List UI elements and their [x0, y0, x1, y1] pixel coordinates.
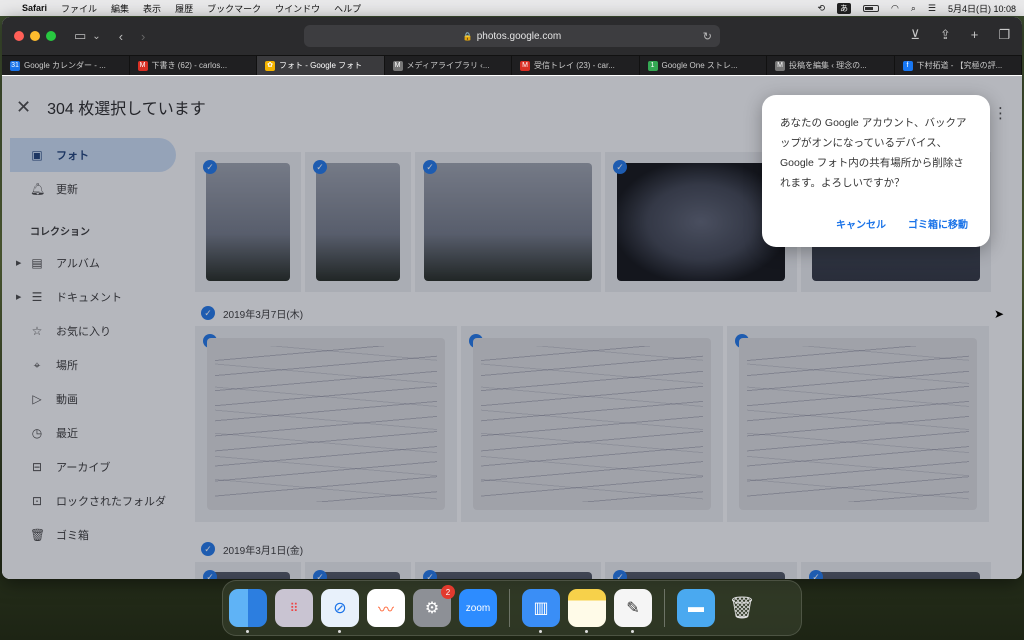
running-indicator — [585, 630, 588, 633]
running-indicator — [631, 630, 634, 633]
menu-history[interactable]: 履歴 — [175, 2, 193, 15]
reload-icon[interactable]: ↻ — [703, 30, 712, 43]
move-to-trash-button[interactable]: ゴミ箱に移動 — [908, 216, 968, 231]
spotlight-icon[interactable]: ⌕ — [911, 3, 916, 14]
menubar-clock[interactable]: 5月4日(日) 10:08 — [948, 2, 1016, 15]
time-machine-icon[interactable]: ⟲ — [817, 3, 825, 14]
macos-menubar: Safari ファイル 編集 表示 履歴 ブックマーク ウインドウ ヘルプ ⟲ … — [0, 0, 1024, 16]
tab-label: フォト - Google フォト — [279, 61, 363, 70]
minimize-window-button[interactable] — [30, 31, 40, 41]
tab-label: 下村拓道 - 【究極の評... — [916, 61, 1003, 70]
browser-tab[interactable]: 31 Google カレンダー - ... — [2, 56, 130, 75]
browser-tab[interactable]: M 下書き (62) - carlos... — [130, 56, 257, 75]
zoom-window-button[interactable] — [46, 31, 56, 41]
browser-tab[interactable]: ✿ フォト - Google フォト — [257, 56, 385, 75]
menu-edit[interactable]: 編集 — [111, 2, 129, 15]
browser-tab[interactable]: f 下村拓道 - 【究極の評... — [895, 56, 1022, 75]
trash-can-icon[interactable]: 🗑 — [723, 589, 761, 627]
url-text: photos.google.com — [476, 30, 562, 42]
tab-favicon-icon: f — [902, 60, 913, 71]
wifi-icon[interactable]: ◠ — [891, 3, 899, 14]
dock-separator — [509, 589, 510, 627]
menu-bookmarks[interactable]: ブックマーク — [207, 2, 261, 15]
cancel-button[interactable]: キャンセル — [836, 216, 886, 231]
tab-favicon-icon: M — [775, 60, 785, 71]
running-indicator — [246, 630, 249, 633]
share-icon[interactable]: ⇪ — [940, 27, 951, 43]
browser-tab[interactable]: M 投稿を編集 ‹ 理念の... — [767, 56, 895, 75]
menu-view[interactable]: 表示 — [143, 2, 161, 15]
notification-badge: 2 — [441, 585, 455, 599]
system-settings-icon[interactable]: ⚙ 2 — [413, 585, 455, 627]
battery-icon[interactable] — [862, 4, 879, 12]
window-controls — [14, 31, 56, 41]
lock-icon: 🔒 — [462, 31, 473, 41]
dialog-message: あなたの Google アカウント、バックアップがオンになっているデバイス、Go… — [780, 117, 967, 189]
tab-label: メディアライブラリ ‹... — [406, 61, 490, 70]
running-indicator — [539, 630, 542, 633]
safari-icon[interactable]: ⊘ — [321, 589, 359, 633]
download-icon[interactable]: ⊻ — [910, 27, 920, 43]
sidebar-toggle-icon[interactable]: ▭ — [74, 28, 86, 44]
dock: ⠿ ⊘ 〰 ⚙ 2 zoom ▥ ✎ ▬ 🗑 — [222, 580, 802, 636]
browser-tab[interactable]: M メディアライブラリ ‹... — [385, 56, 512, 75]
zoom-app-icon[interactable]: zoom — [459, 589, 497, 627]
tab-overview-icon[interactable]: ❐ — [998, 27, 1010, 43]
delete-confirm-dialog: あなたの Google アカウント、バックアップがオンになっているデバイス、Go… — [762, 95, 990, 247]
close-window-button[interactable] — [14, 31, 24, 41]
folder-icon[interactable]: ▬ — [677, 589, 715, 627]
browser-tab[interactable]: 1 Google One ストレ... — [640, 56, 767, 75]
launchpad-icon[interactable]: ⠿ — [275, 589, 313, 627]
tab-favicon-icon: M — [520, 60, 530, 71]
tab-favicon-icon: M — [392, 60, 403, 71]
control-center-icon[interactable]: ☰ — [928, 3, 936, 14]
zoom-app-label: zoom — [465, 602, 491, 614]
tab-label: Google One ストレ... — [661, 61, 738, 70]
keynote-icon[interactable]: ▥ — [522, 589, 560, 633]
menu-window[interactable]: ウインドウ — [275, 2, 320, 15]
tab-label: Google カレンダー - ... — [24, 61, 106, 70]
browser-toolbar: ▭ ⌄ ‹ › 🔒 photos.google.com ↻ ⊻ ⇪ + ❐ — [2, 17, 1022, 55]
new-tab-icon[interactable]: + — [971, 27, 979, 43]
menu-file[interactable]: ファイル — [61, 2, 97, 15]
finder-icon[interactable] — [229, 589, 267, 633]
notes-icon[interactable] — [568, 589, 606, 633]
textedit-icon[interactable]: ✎ — [614, 589, 652, 633]
tab-label: 受信トレイ (23) - car... — [534, 61, 615, 70]
tab-favicon-icon: M — [137, 60, 148, 71]
menu-app-name[interactable]: Safari — [22, 3, 47, 13]
input-method-indicator[interactable]: あ — [836, 2, 851, 14]
tab-label: 下書き (62) - carlos... — [151, 61, 228, 70]
tab-bar: 31 Google カレンダー - ... M 下書き (62) - carlos..… — [2, 55, 1022, 75]
dock-separator — [664, 589, 665, 627]
address-bar[interactable]: 🔒 photos.google.com ↻ — [304, 25, 720, 47]
browser-tab[interactable]: M 受信トレイ (23) - car... — [512, 56, 640, 75]
freeform-icon[interactable]: 〰 — [367, 589, 405, 627]
menu-help[interactable]: ヘルプ — [334, 2, 361, 15]
tab-label: 投稿を編集 ‹ 理念の... — [789, 61, 867, 70]
chevron-down-icon[interactable]: ⌄ — [92, 31, 100, 42]
tab-favicon-icon: 1 — [647, 60, 658, 71]
tab-favicon-icon: ✿ — [265, 60, 275, 71]
mouse-cursor-icon: ➤ — [994, 307, 1005, 321]
back-icon[interactable]: ‹ — [119, 29, 123, 44]
forward-icon[interactable]: › — [141, 29, 145, 44]
tab-favicon-icon: 31 — [10, 60, 20, 71]
running-indicator — [338, 630, 341, 633]
